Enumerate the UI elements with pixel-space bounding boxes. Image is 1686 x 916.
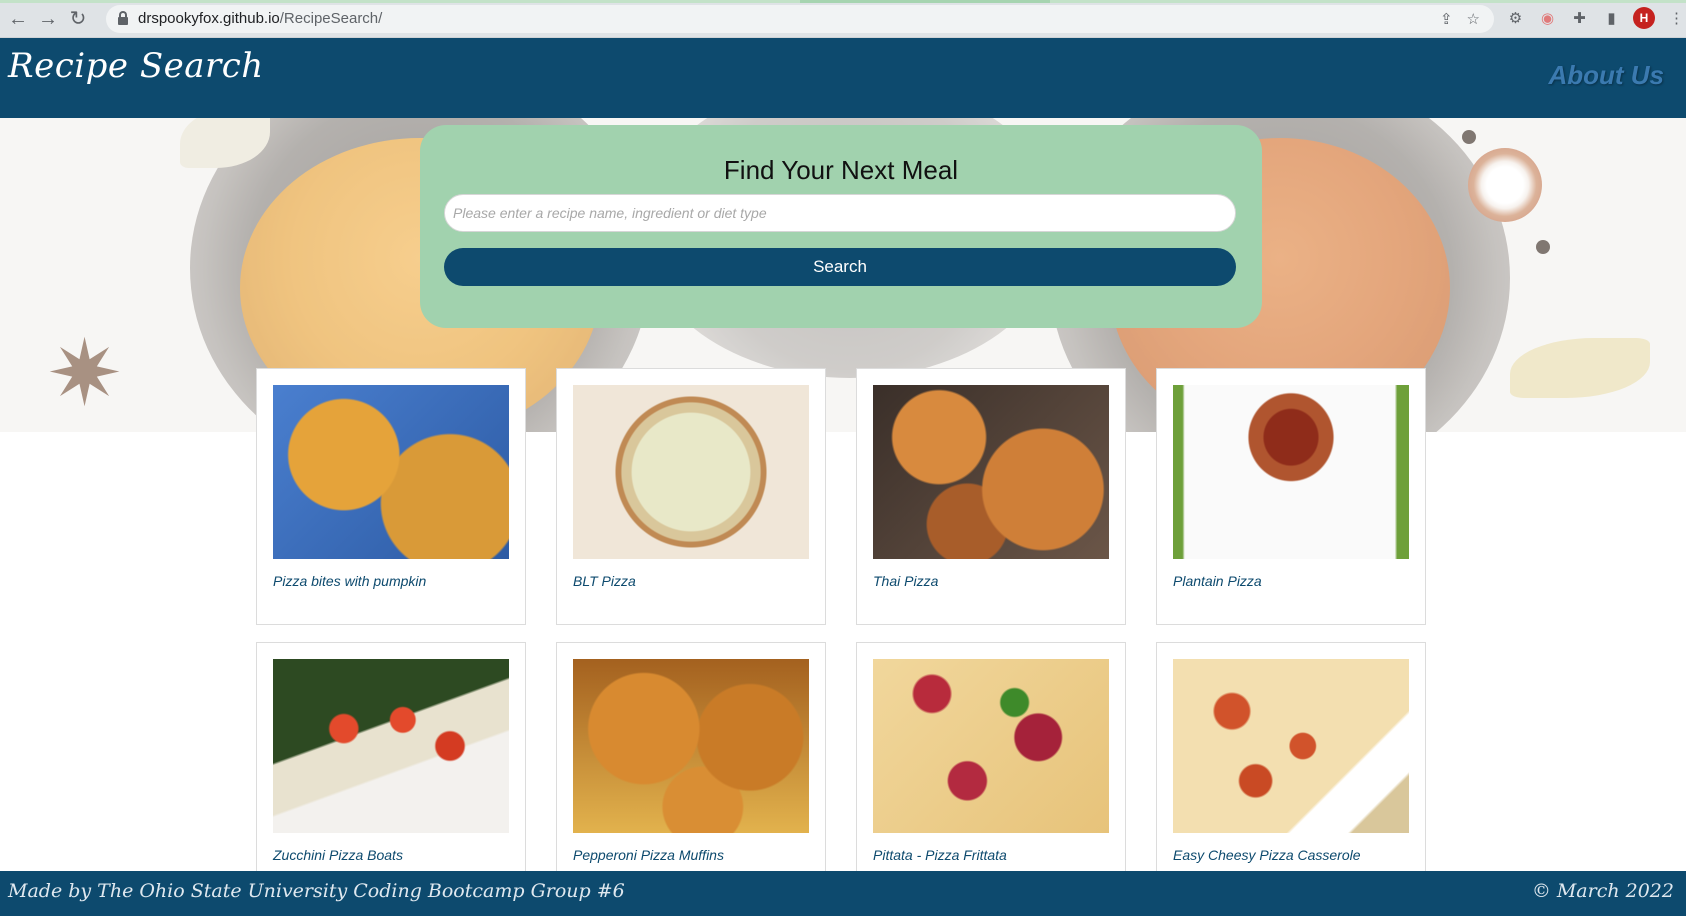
address-bar[interactable]: drspookyfox.github.io/RecipeSearch/ ⇪ ☆ (106, 5, 1494, 33)
recipe-card[interactable]: Easy Cheesy Pizza Casserole (1156, 642, 1426, 899)
url-path: /RecipeSearch/ (279, 10, 383, 27)
casserole-photo[interactable] (1173, 659, 1409, 833)
recipe-card[interactable]: Pittata - Pizza Frittata (856, 642, 1126, 899)
pizza-bites-photo[interactable] (273, 385, 509, 559)
puzzle-extensions-icon[interactable]: ✚ (1569, 8, 1590, 29)
about-us-link[interactable]: About Us (1548, 60, 1664, 91)
recipe-title[interactable]: Thai Pizza (873, 573, 938, 589)
recipe-title[interactable]: Easy Cheesy Pizza Casserole (1173, 847, 1361, 863)
zucchini-boats-photo[interactable] (273, 659, 509, 833)
lock-icon[interactable] (118, 11, 128, 25)
plantain-pizza-photo[interactable] (1173, 385, 1409, 559)
url-host: drspookyfox.github.io (138, 10, 280, 27)
search-button[interactable]: Search (444, 248, 1236, 286)
back-arrow-icon[interactable]: ← (6, 7, 30, 31)
recipe-title[interactable]: Plantain Pizza (1173, 573, 1262, 589)
thai-pizza-photo[interactable] (873, 385, 1109, 559)
site-footer: Made by The Ohio State University Coding… (0, 871, 1686, 916)
search-panel: Find Your Next Meal Search (420, 125, 1262, 328)
site-header: Recipe Search About Us (0, 38, 1686, 118)
recipe-card[interactable]: Pizza bites with pumpkin (256, 368, 526, 625)
recipe-card[interactable]: Plantain Pizza (1156, 368, 1426, 625)
recipe-card[interactable]: Pepperoni Pizza Muffins (556, 642, 826, 899)
profile-avatar[interactable]: H (1633, 7, 1655, 29)
reload-icon[interactable]: ↻ (66, 7, 90, 31)
menu-dots-icon[interactable]: ⋮ (1666, 8, 1686, 29)
pizza-muffins-photo[interactable] (573, 659, 809, 833)
recipe-title[interactable]: Pizza bites with pumpkin (273, 573, 426, 589)
tab-strip (0, 0, 800, 3)
search-heading: Find Your Next Meal (723, 155, 959, 185)
side-panel-icon[interactable]: ▮ (1601, 8, 1622, 29)
url-text[interactable]: drspookyfox.github.io/RecipeSearch/ (138, 10, 382, 27)
recipe-title[interactable]: Pittata - Pizza Frittata (873, 847, 1007, 863)
extension-icon[interactable]: ⚙ (1505, 8, 1526, 29)
recipe-card[interactable]: BLT Pizza (556, 368, 826, 625)
extension-icon[interactable]: ◉ (1537, 8, 1558, 29)
recipe-search-input[interactable] (444, 194, 1236, 232)
recipe-title[interactable]: BLT Pizza (573, 573, 636, 589)
footer-credit: Made by The Ohio State University Coding… (8, 880, 625, 902)
bookmark-star-icon[interactable]: ☆ (1467, 10, 1480, 28)
recipe-card[interactable]: Thai Pizza (856, 368, 1126, 625)
tab-strip (1050, 0, 1686, 3)
pittata-photo[interactable] (873, 659, 1109, 833)
site-logo[interactable]: Recipe Search (8, 46, 264, 86)
footer-date: © March 2022 (1531, 880, 1674, 902)
share-icon[interactable]: ⇪ (1440, 10, 1453, 28)
browser-toolbar: ← → ↻ drspookyfox.github.io/RecipeSearch… (0, 0, 1686, 38)
blt-pizza-photo[interactable] (573, 385, 809, 559)
forward-arrow-icon[interactable]: → (36, 7, 60, 31)
tab-strip-active (800, 0, 1050, 3)
recipe-title[interactable]: Pepperoni Pizza Muffins (573, 847, 724, 863)
recipe-title[interactable]: Zucchini Pizza Boats (273, 847, 403, 863)
recipe-card[interactable]: Zucchini Pizza Boats (256, 642, 526, 899)
